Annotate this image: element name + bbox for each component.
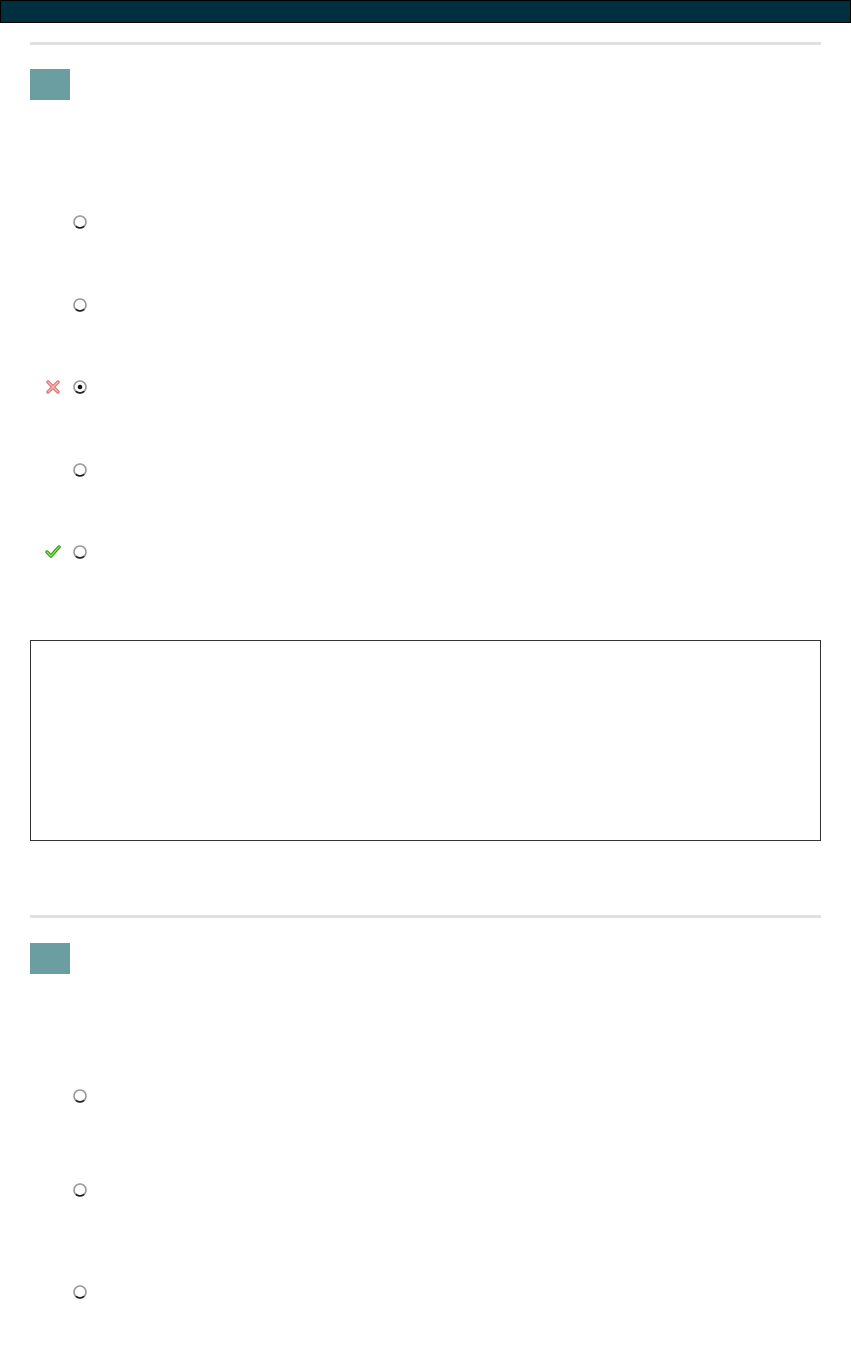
answer-option[interactable] xyxy=(44,1180,804,1200)
radio-button-icon[interactable] xyxy=(72,1088,88,1104)
incorrect-x-icon xyxy=(46,380,60,394)
feedback-box xyxy=(30,640,821,841)
radio-button-icon[interactable] xyxy=(72,462,88,478)
answer-option[interactable] xyxy=(44,295,804,315)
radio-button-icon[interactable] xyxy=(72,1182,88,1198)
question-number-badge xyxy=(30,943,70,974)
correct-check-icon xyxy=(45,545,61,558)
top-header-bar xyxy=(0,0,851,23)
answer-option[interactable] xyxy=(44,377,804,397)
answer-option[interactable] xyxy=(44,1086,804,1106)
radio-button-icon[interactable] xyxy=(72,214,88,230)
answer-option[interactable] xyxy=(44,1282,804,1302)
radio-button-icon[interactable] xyxy=(72,544,88,560)
answer-option[interactable] xyxy=(44,460,804,480)
question-number-badge xyxy=(30,69,70,100)
answer-option[interactable] xyxy=(44,542,804,562)
radio-button-icon[interactable] xyxy=(72,297,88,313)
answer-option[interactable] xyxy=(44,212,804,232)
feedback-text xyxy=(31,641,820,665)
radio-button-selected-icon[interactable] xyxy=(72,379,88,395)
section-divider xyxy=(30,42,821,45)
section-divider xyxy=(30,915,821,918)
radio-button-icon[interactable] xyxy=(72,1284,88,1300)
